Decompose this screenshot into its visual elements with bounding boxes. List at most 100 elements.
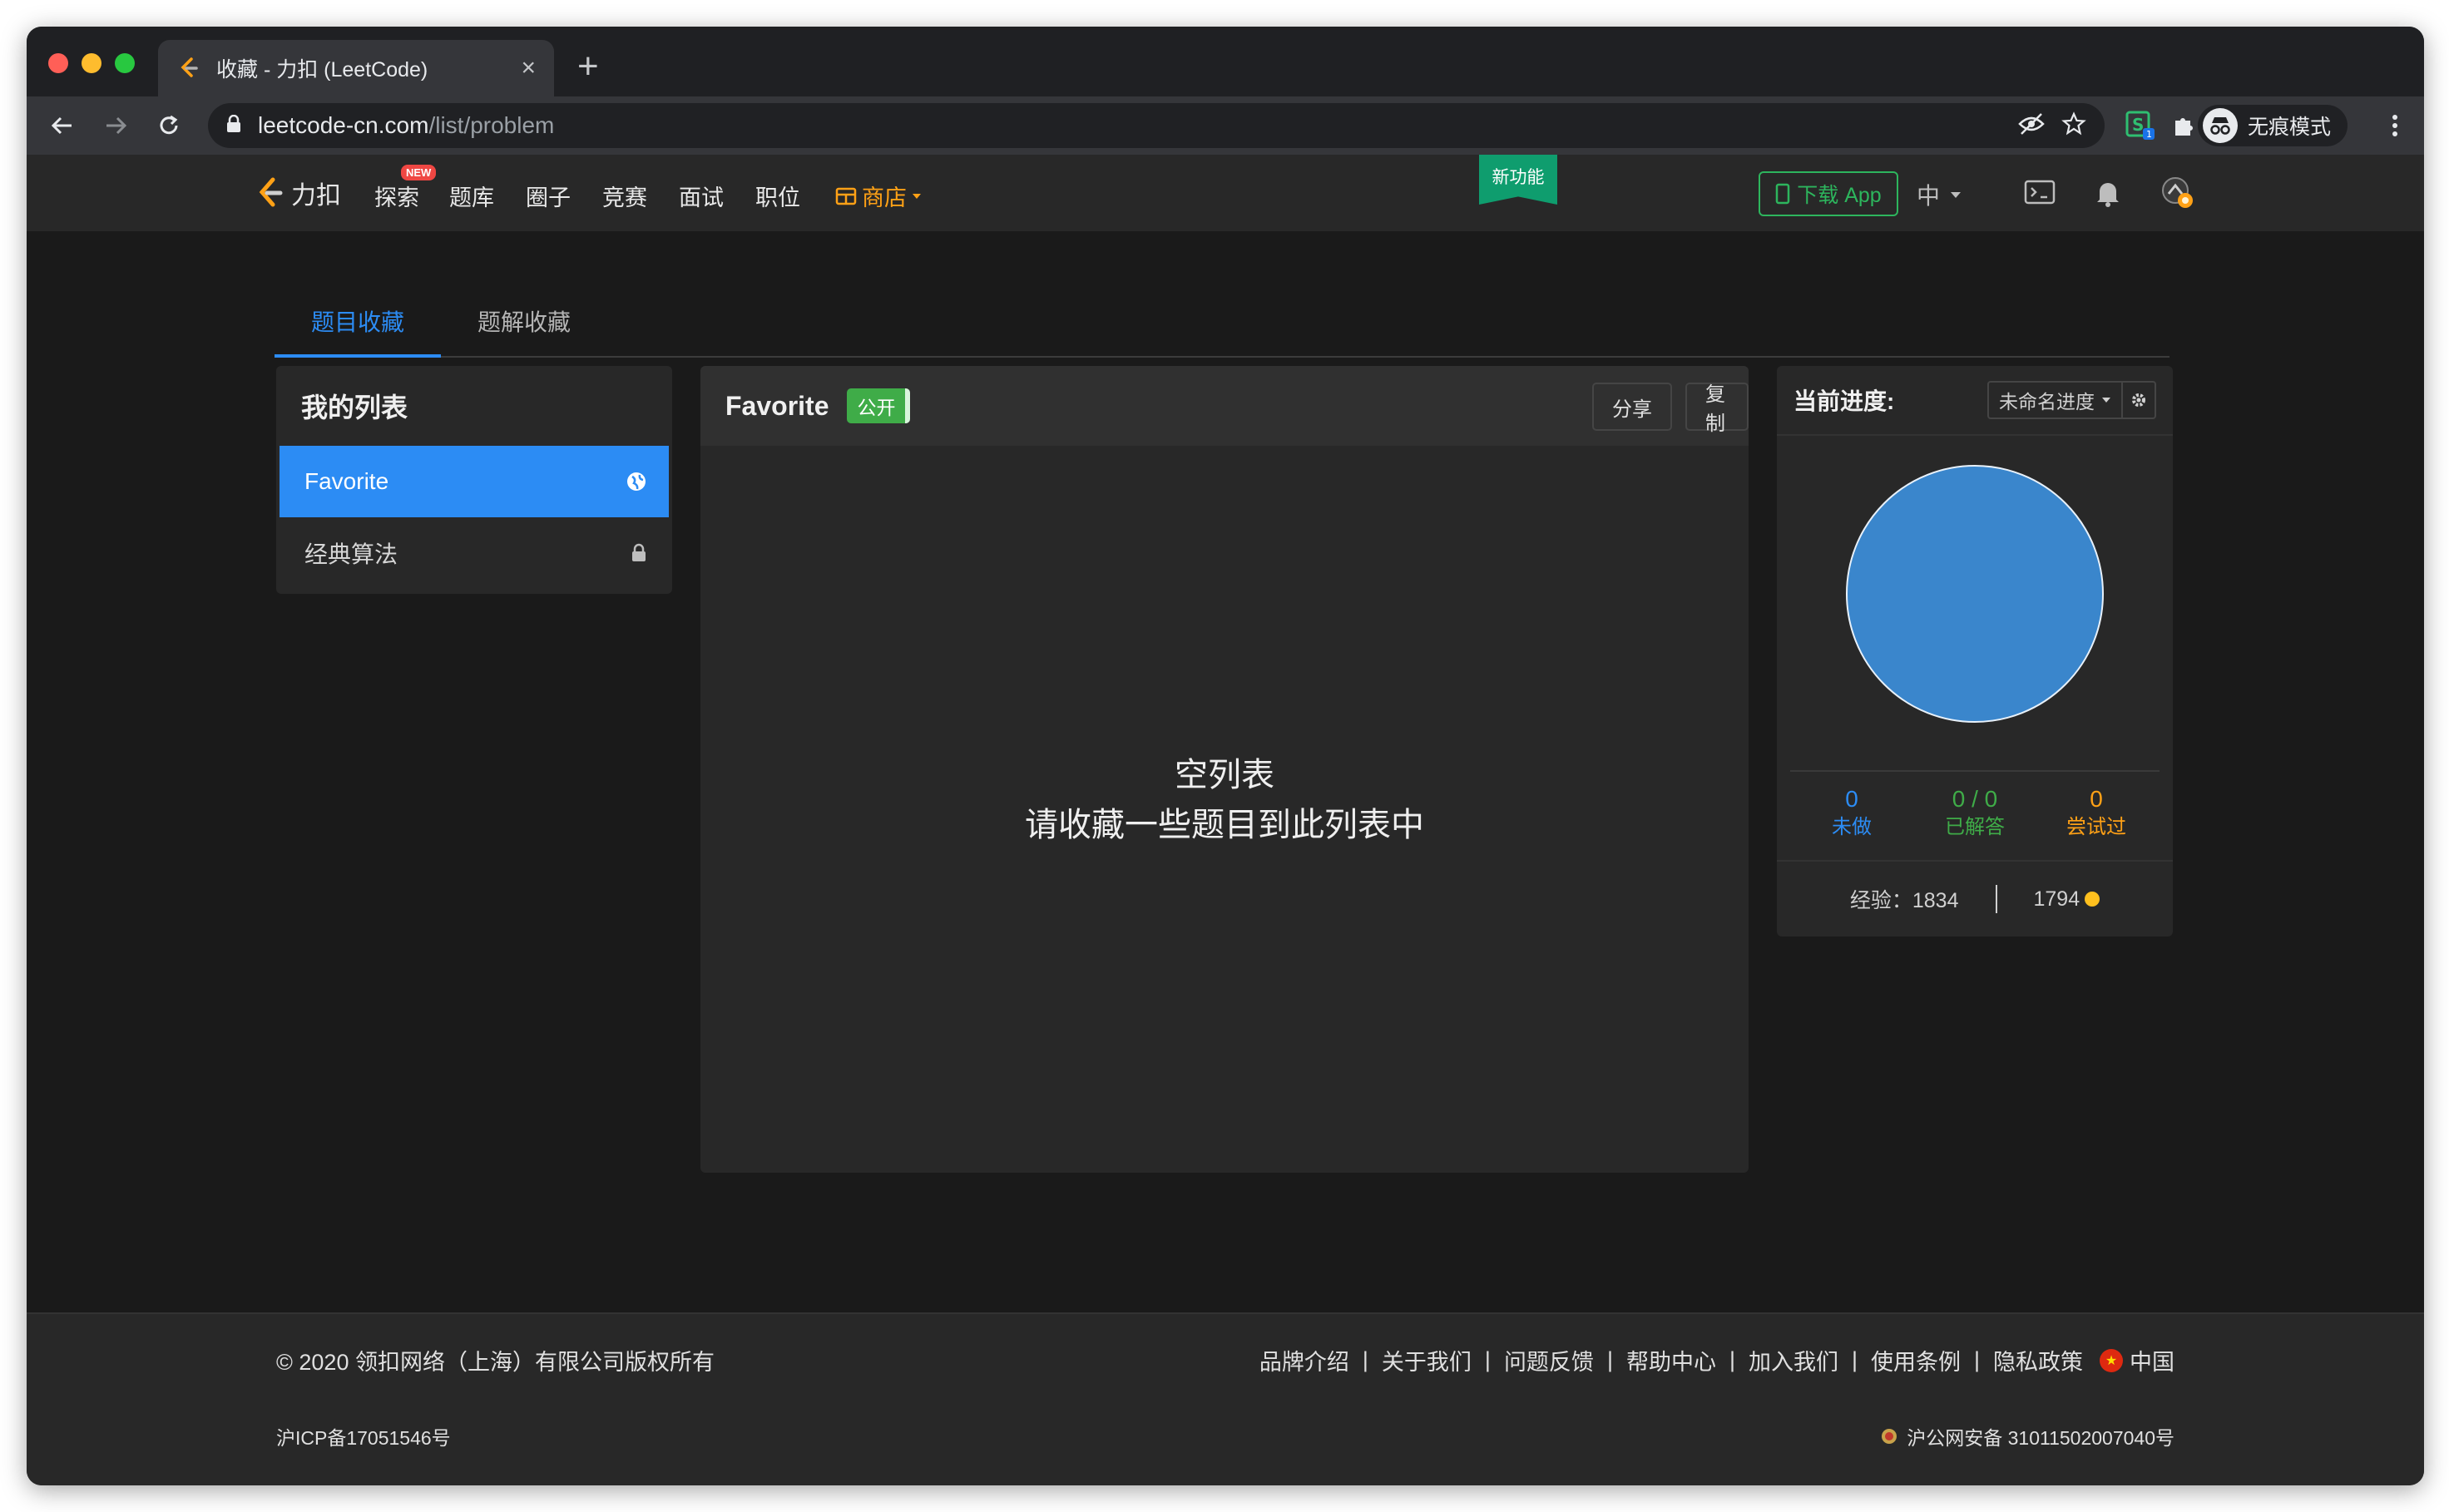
leetcode-favicon-icon	[176, 56, 201, 81]
nav-store[interactable]: 商店	[835, 180, 922, 212]
gear-icon[interactable]	[2121, 383, 2155, 418]
stat-attempted: 0 尝试过	[2038, 785, 2155, 842]
footer-link-jobs[interactable]: 加入我们	[1749, 1344, 1838, 1376]
more-menu-icon[interactable]	[2376, 106, 2414, 145]
tab-strip: 收藏 - 力扣 (LeetCode) × +	[27, 27, 2424, 96]
logo-text: 力扣	[291, 182, 341, 210]
nav-problems[interactable]: 题库	[449, 180, 494, 212]
minimize-window-button[interactable]	[82, 53, 101, 73]
nav-explore[interactable]: 探索	[374, 180, 419, 212]
stat-solved: 0 / 0 已解答	[1917, 785, 2033, 842]
stat-solved-value: 0 / 0	[1952, 786, 1998, 812]
bookmark-star-icon[interactable]	[2061, 111, 2086, 141]
share-button[interactable]: 分享	[1592, 383, 1672, 431]
pie-slice-unsolved	[1846, 465, 2104, 723]
china-flag-icon: ★	[2100, 1348, 2123, 1372]
favorite-list-header: Favorite 公开 分享 复制	[700, 366, 1749, 446]
download-app-button[interactable]: 下载 App	[1759, 171, 1898, 216]
chevron-down-icon	[913, 193, 921, 199]
reload-icon[interactable]	[150, 106, 188, 145]
progress-pie-chart	[1846, 465, 2104, 723]
nav-jobs[interactable]: 职位	[755, 180, 800, 212]
footer-link-feedback[interactable]: 问题反馈	[1504, 1344, 1594, 1376]
back-icon[interactable]	[43, 106, 82, 145]
progress-session-select[interactable]: 未命名进度	[1987, 381, 2156, 419]
public-status-badge[interactable]: 公开	[847, 388, 911, 423]
leetcode-logo-icon	[259, 177, 283, 207]
leetcode-logo[interactable]: 力扣	[256, 175, 341, 211]
list-item-label: Favorite	[304, 468, 389, 494]
svg-text:S: S	[2132, 115, 2144, 135]
region-label: 中国	[2130, 1350, 2174, 1375]
list-item-label: 经典算法	[304, 541, 398, 567]
forward-icon[interactable]	[96, 106, 135, 145]
stat-todo-value: 0	[1845, 786, 1858, 812]
footer-link-terms[interactable]: 使用条例	[1871, 1344, 1961, 1376]
incognito-indicator[interactable]: 无痕模式	[2198, 105, 2348, 146]
store-label: 商店	[862, 185, 907, 210]
new-feature-ribbon[interactable]: 新功能	[1479, 155, 1557, 205]
browser-window: 收藏 - 力扣 (LeetCode) × + leetcode-cn.com/l…	[27, 27, 2424, 1485]
separator	[1995, 885, 1997, 913]
footer-link-brand[interactable]: 品牌介绍	[1259, 1344, 1349, 1376]
eye-off-icon[interactable]	[2018, 112, 2045, 140]
extension-s-icon[interactable]: S1	[2121, 106, 2160, 145]
nav-interview[interactable]: 面试	[679, 180, 724, 212]
session-name: 未命名进度	[1999, 391, 2095, 413]
copy-button[interactable]: 复制	[1685, 383, 1749, 435]
browser-tab[interactable]: 收藏 - 力扣 (LeetCode) ×	[158, 40, 554, 96]
stat-attempted-value: 0	[2090, 786, 2103, 812]
close-window-button[interactable]	[48, 53, 68, 73]
new-tab-button[interactable]: +	[577, 48, 599, 85]
language-selector[interactable]: 中	[1917, 178, 1962, 211]
stat-attempted-caption: 尝试过	[2066, 816, 2126, 838]
playground-icon[interactable]	[2021, 175, 2058, 211]
incognito-label: 无痕模式	[2248, 116, 2332, 139]
separator: |	[1729, 1347, 1735, 1372]
site-navbar: 力扣 探索 NEW 题库 圈子 竞赛 面试 职位 商店 新功能 下载 App 中	[27, 155, 2424, 231]
nav-contest[interactable]: 竞赛	[602, 180, 647, 212]
tab-problem-collection[interactable]: 题目收藏	[311, 304, 404, 338]
list-item-classic-algorithms[interactable]: 经典算法	[280, 517, 669, 589]
address-bar[interactable]: leetcode-cn.com/list/problem	[208, 103, 2105, 148]
separator: |	[1362, 1347, 1368, 1372]
stat-solved-caption: 已解答	[1945, 816, 2005, 838]
language-label: 中	[1917, 183, 1941, 209]
lock-icon	[632, 543, 646, 561]
collection-tabs: 题目收藏 题解收藏	[275, 286, 2169, 358]
url-path: /list/problem	[428, 112, 555, 138]
list-item-favorite[interactable]: Favorite	[280, 446, 669, 517]
footer-link-help[interactable]: 帮助中心	[1626, 1344, 1716, 1376]
tab-solution-collection[interactable]: 题解收藏	[477, 304, 571, 338]
globe-icon	[627, 472, 646, 491]
lock-icon	[226, 114, 241, 137]
coins-text: 1794	[2033, 887, 2080, 911]
nav-circle[interactable]: 圈子	[526, 180, 571, 212]
copyright-text: © 2020 领扣网络（上海）有限公司版权所有	[276, 1350, 715, 1375]
empty-title: 空列表	[1175, 757, 1274, 793]
progress-card: 当前进度: 未命名进度 0 未做 0 / 0 已解答 0 尝试过 经验：1834…	[1777, 366, 2173, 936]
region-selector[interactable]: ★ 中国	[2100, 1344, 2174, 1376]
gongan-record[interactable]: 沪公网安备 31011502007040号	[1880, 1422, 2174, 1450]
close-tab-icon[interactable]: ×	[521, 56, 536, 81]
footer-link-privacy[interactable]: 隐私政策	[1993, 1344, 2083, 1376]
footer-link-about[interactable]: 关于我们	[1382, 1344, 1472, 1376]
chevron-down-icon	[2102, 398, 2110, 403]
separator: |	[1484, 1347, 1491, 1372]
favorite-list-card: Favorite 公开 分享 复制 空列表 请收藏一些题目到此列表中	[700, 366, 1749, 1173]
experience-row: 经验：1834 1794	[1777, 860, 2173, 936]
url-domain: leetcode-cn.com	[258, 112, 429, 138]
maximize-window-button[interactable]	[115, 53, 135, 73]
page-footer: © 2020 领扣网络（上海）有限公司版权所有 沪ICP备17051546号 品…	[27, 1312, 2424, 1485]
gongan-text: 沪公网安备 31011502007040号	[1907, 1427, 2174, 1449]
experience-text: 经验：1834	[1849, 889, 1959, 912]
new-badge: NEW	[401, 165, 437, 180]
icp-link[interactable]: 沪ICP备17051546号	[276, 1422, 451, 1450]
progress-label: 当前进度:	[1793, 388, 1895, 414]
stat-todo-caption: 未做	[1832, 816, 1872, 838]
notification-bell-icon[interactable]	[2090, 175, 2126, 211]
user-avatar[interactable]	[2160, 175, 2196, 211]
separator: |	[1973, 1347, 1980, 1372]
list-name: Favorite	[725, 390, 829, 421]
tab-title: 收藏 - 力扣 (LeetCode)	[216, 58, 428, 82]
